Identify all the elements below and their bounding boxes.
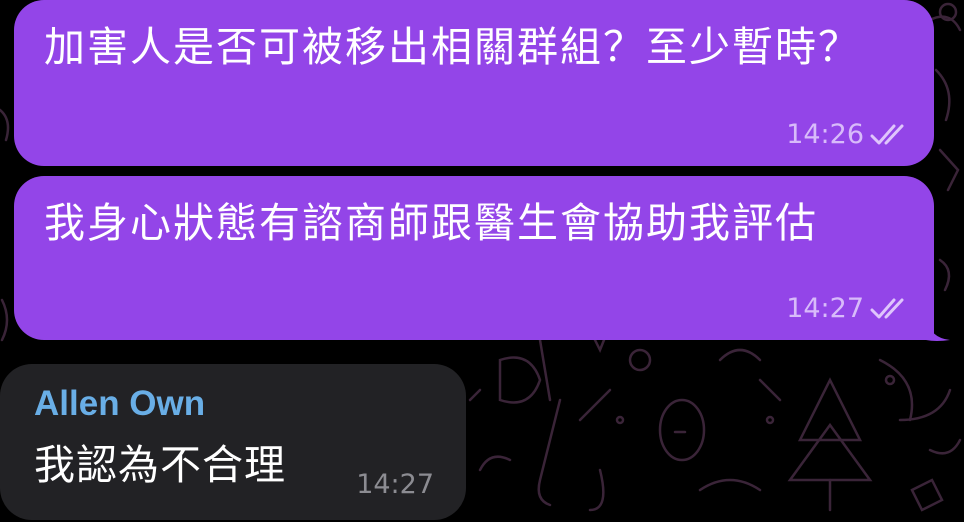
message-text: 我身心狀態有諮商師跟醫生會協助我評估 [44,199,818,247]
message-time: 14:27 [786,293,864,324]
message-text: 加害人是否可被移出相關群組？至少暫時？ [44,23,861,71]
double-check-icon [870,297,910,321]
message-bubble-outgoing[interactable]: 我身心狀態有諮商師跟醫生會協助我評估 14:27 [14,176,934,340]
message-time: 14:27 [356,469,434,500]
message-bubble-incoming[interactable]: Allen Own 我認為不合理 14:27 [0,364,466,520]
bubble-tail [926,318,950,341]
message-text: 我認為不合理 [34,441,286,489]
message-bubble-outgoing[interactable]: 加害人是否可被移出相關群組？至少暫時？ 14:26 [14,0,934,166]
chat-view: 加害人是否可被移出相關群組？至少暫時？ 14:26 我身心狀態有諮商師跟醫生會協… [0,0,964,522]
double-check-icon [870,123,910,147]
message-time: 14:26 [786,119,864,150]
message-meta: 14:27 [786,293,910,324]
message-meta: 14:26 [786,119,910,150]
sender-name[interactable]: Allen Own [34,384,205,424]
